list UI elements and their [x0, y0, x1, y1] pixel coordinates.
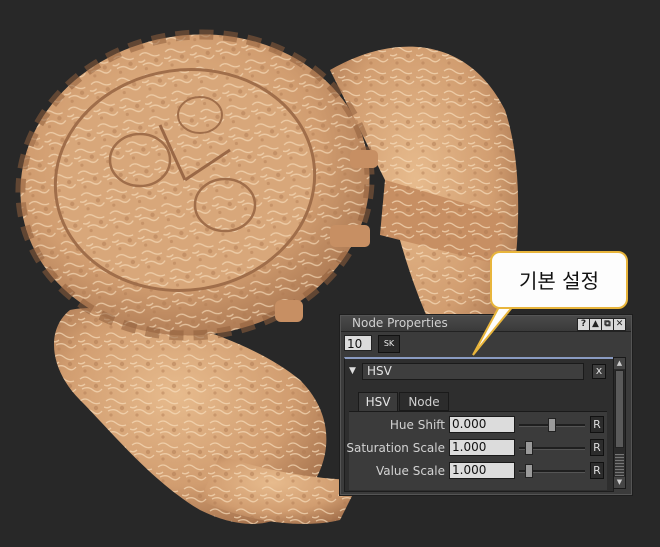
hue-shift-reset-button[interactable]: R: [590, 416, 604, 433]
param-row-hue-shift: Hue Shift 0.000 R: [349, 415, 607, 435]
tab-hsv[interactable]: HSV: [358, 392, 398, 411]
scroll-up-icon[interactable]: ▲: [614, 358, 625, 369]
scrollbar-thumb[interactable]: [615, 370, 624, 448]
close-panel-icon[interactable]: ✕: [613, 318, 626, 331]
hue-shift-slider-handle[interactable]: [548, 418, 556, 432]
callout-text: 기본 설정: [519, 269, 599, 293]
panel-titlebar[interactable]: Node Properties ? ▲ ⧉ ✕: [341, 316, 631, 332]
param-label: Saturation Scale: [346, 441, 445, 455]
hue-shift-input[interactable]: 0.000: [449, 416, 515, 433]
scroll-down-icon[interactable]: ▼: [614, 477, 625, 488]
expand-triangle-icon[interactable]: ▼: [349, 366, 356, 376]
saturation-scale-input[interactable]: 1.000: [449, 439, 515, 456]
scrollbar-grip[interactable]: [615, 454, 624, 476]
panel-toolbar: 10 SK: [342, 334, 630, 354]
value-scale-reset-button[interactable]: R: [590, 462, 604, 479]
param-row-saturation-scale: Saturation Scale 1.000 R: [346, 438, 607, 458]
node-name-field[interactable]: HSV: [362, 363, 584, 380]
sk-button[interactable]: SK: [378, 335, 400, 353]
param-label: Value Scale: [375, 464, 445, 478]
node-content: ▼ HSV x HSV Node Hue Shift 0.000 R Satur…: [344, 357, 614, 492]
panel-scrollbar[interactable]: ▲ ▼: [613, 357, 626, 489]
saturation-scale-reset-button[interactable]: R: [590, 439, 604, 456]
param-label: Hue Shift: [389, 418, 445, 432]
callout-box: 기본 설정: [490, 251, 628, 309]
panel-title: Node Properties: [352, 316, 448, 330]
node-properties-panel: Node Properties ? ▲ ⧉ ✕ 10 SK ▼ HSV x HS…: [339, 314, 633, 496]
node-id-field[interactable]: 10: [344, 335, 372, 351]
tab-node[interactable]: Node: [399, 392, 449, 411]
hsv-tab-body: Hue Shift 0.000 R Saturation Scale 1.000…: [346, 411, 607, 490]
value-scale-slider-handle[interactable]: [524, 464, 533, 478]
saturation-scale-slider-handle[interactable]: [524, 441, 533, 455]
remove-node-button[interactable]: x: [592, 364, 606, 379]
value-scale-input[interactable]: 1.000: [449, 462, 515, 479]
param-row-value-scale: Value Scale 1.000 R: [349, 461, 607, 481]
